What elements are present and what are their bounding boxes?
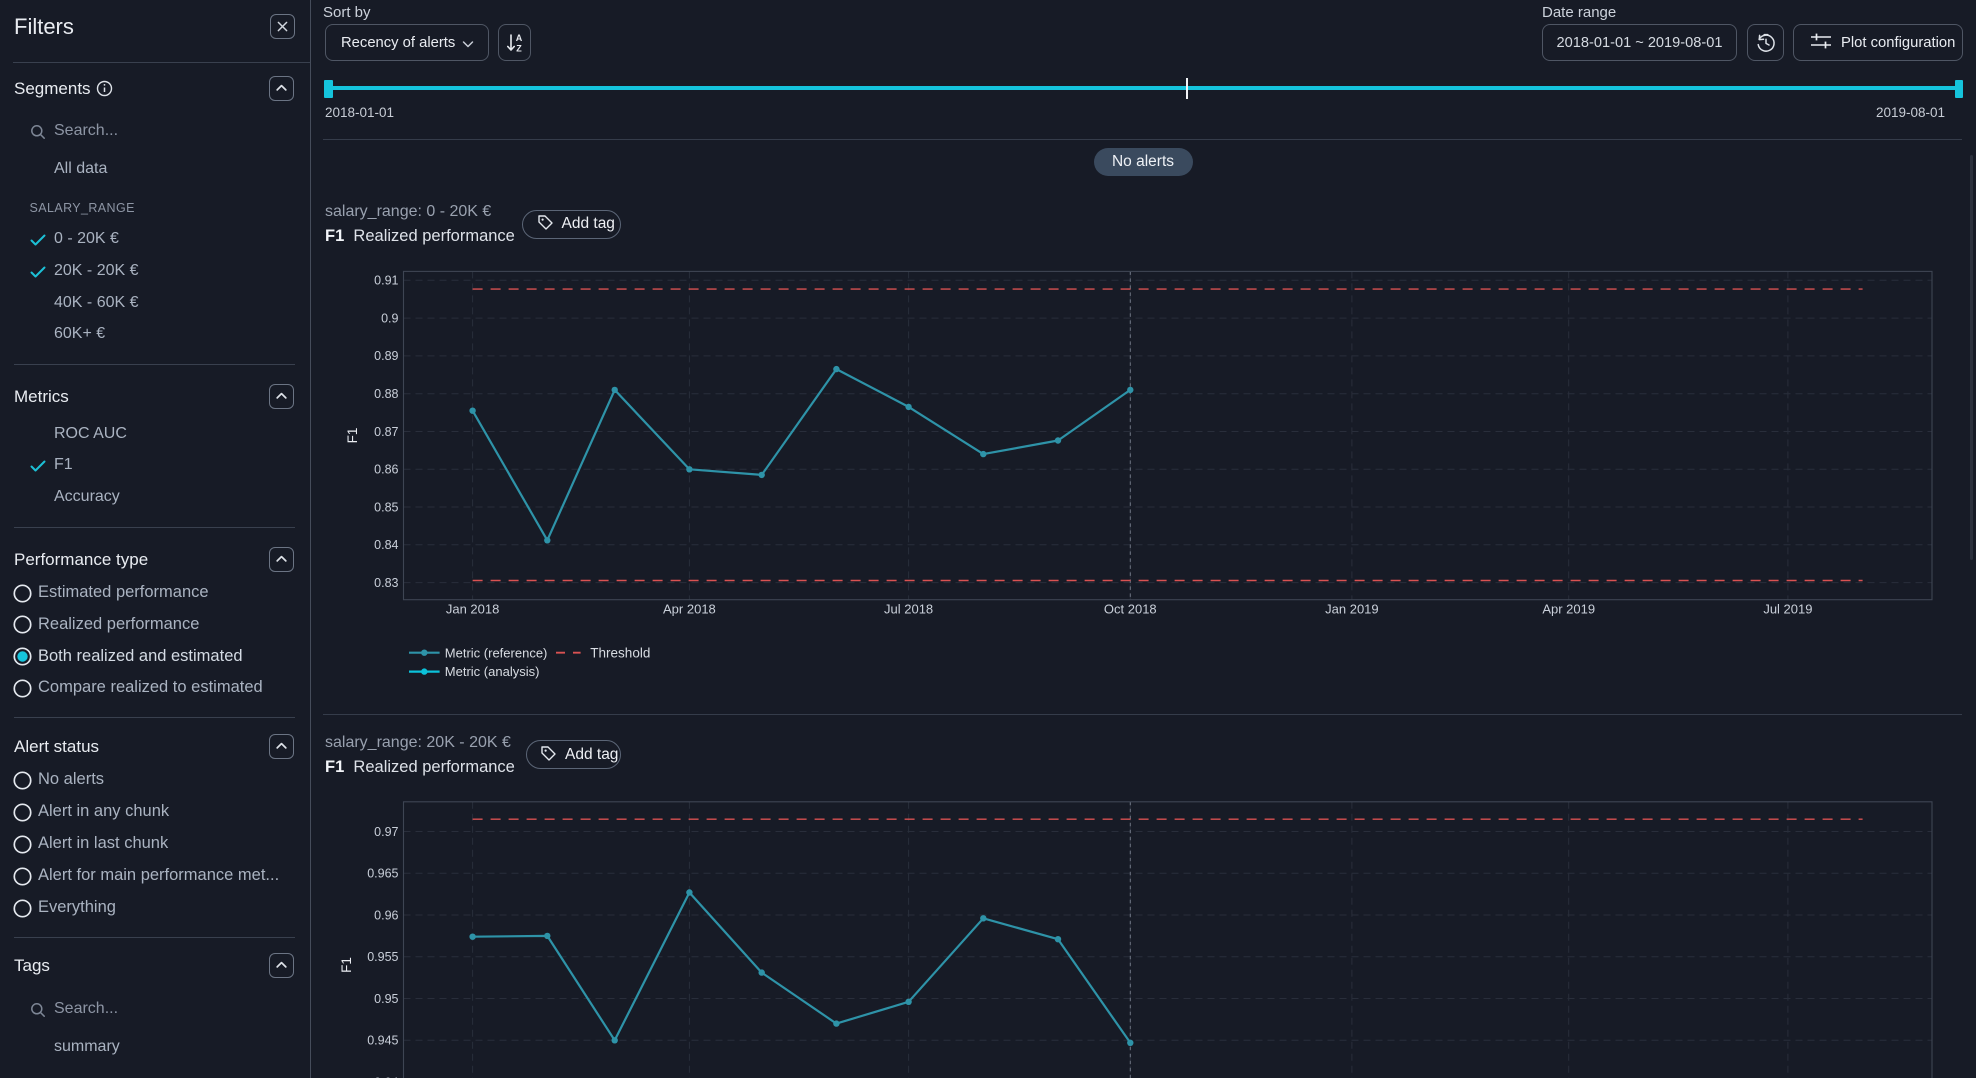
svg-text:0.85: 0.85 (374, 500, 398, 514)
svg-text:Apr 2019: Apr 2019 (1542, 602, 1595, 617)
svg-text:0.91: 0.91 (374, 274, 398, 288)
svg-text:0.83: 0.83 (374, 576, 398, 590)
svg-text:Jul 2018: Jul 2018 (884, 602, 933, 617)
svg-text:0.84: 0.84 (374, 538, 398, 552)
svg-text:0.9: 0.9 (381, 311, 398, 325)
svg-text:0.97: 0.97 (374, 825, 398, 839)
svg-text:0.89: 0.89 (374, 349, 398, 363)
svg-text:Jan 2019: Jan 2019 (1325, 602, 1379, 617)
svg-text:0.95: 0.95 (374, 992, 398, 1006)
svg-text:0.965: 0.965 (367, 867, 398, 881)
svg-text:F1: F1 (339, 957, 354, 973)
svg-text:Jan 2018: Jan 2018 (446, 602, 500, 617)
svg-text:0.955: 0.955 (367, 950, 398, 964)
svg-text:Metric (analysis): Metric (analysis) (445, 664, 540, 679)
svg-text:Oct 2018: Oct 2018 (1104, 602, 1157, 617)
svg-text:0.96: 0.96 (374, 908, 398, 922)
svg-text:0.945: 0.945 (367, 1034, 398, 1048)
svg-text:Apr 2018: Apr 2018 (663, 602, 716, 617)
svg-text:0.88: 0.88 (374, 387, 398, 401)
svg-text:F1: F1 (345, 428, 360, 444)
svg-text:0.86: 0.86 (374, 463, 398, 477)
svg-text:Jul 2019: Jul 2019 (1763, 602, 1812, 617)
svg-text:0.87: 0.87 (374, 425, 398, 439)
svg-text:Threshold: Threshold (590, 645, 650, 660)
svg-text:Metric (reference): Metric (reference) (445, 645, 548, 660)
